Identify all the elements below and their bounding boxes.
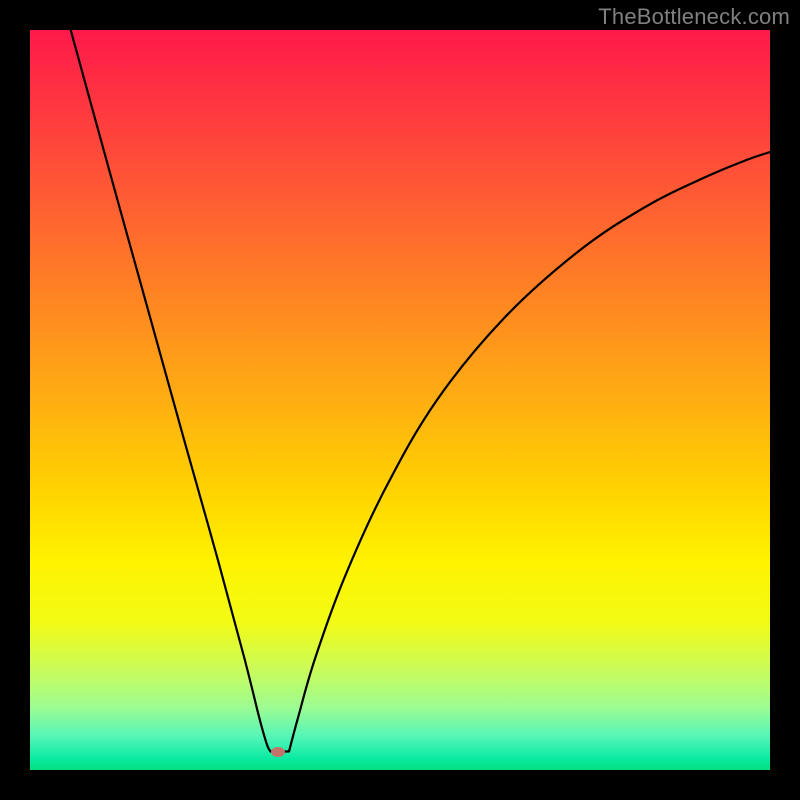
chart-frame: TheBottleneck.com [0, 0, 800, 800]
optimal-point-marker [271, 747, 285, 757]
gradient-background [30, 30, 770, 770]
attribution-text: TheBottleneck.com [598, 4, 790, 30]
plot-area [30, 30, 770, 770]
